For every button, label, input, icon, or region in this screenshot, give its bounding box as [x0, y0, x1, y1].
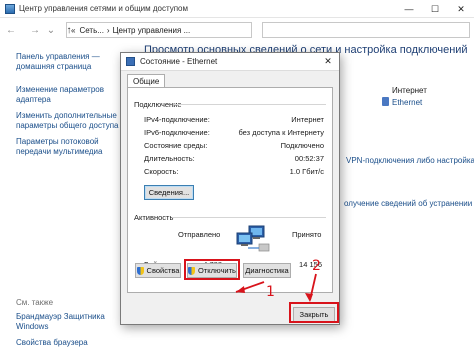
- annotation-marker-2: 2: [312, 258, 321, 274]
- arrow-2-head: [305, 293, 313, 302]
- arrow-1-head: [236, 286, 245, 293]
- annotation-arrows: [235, 273, 317, 302]
- annotation-marker-1: 1: [266, 284, 275, 300]
